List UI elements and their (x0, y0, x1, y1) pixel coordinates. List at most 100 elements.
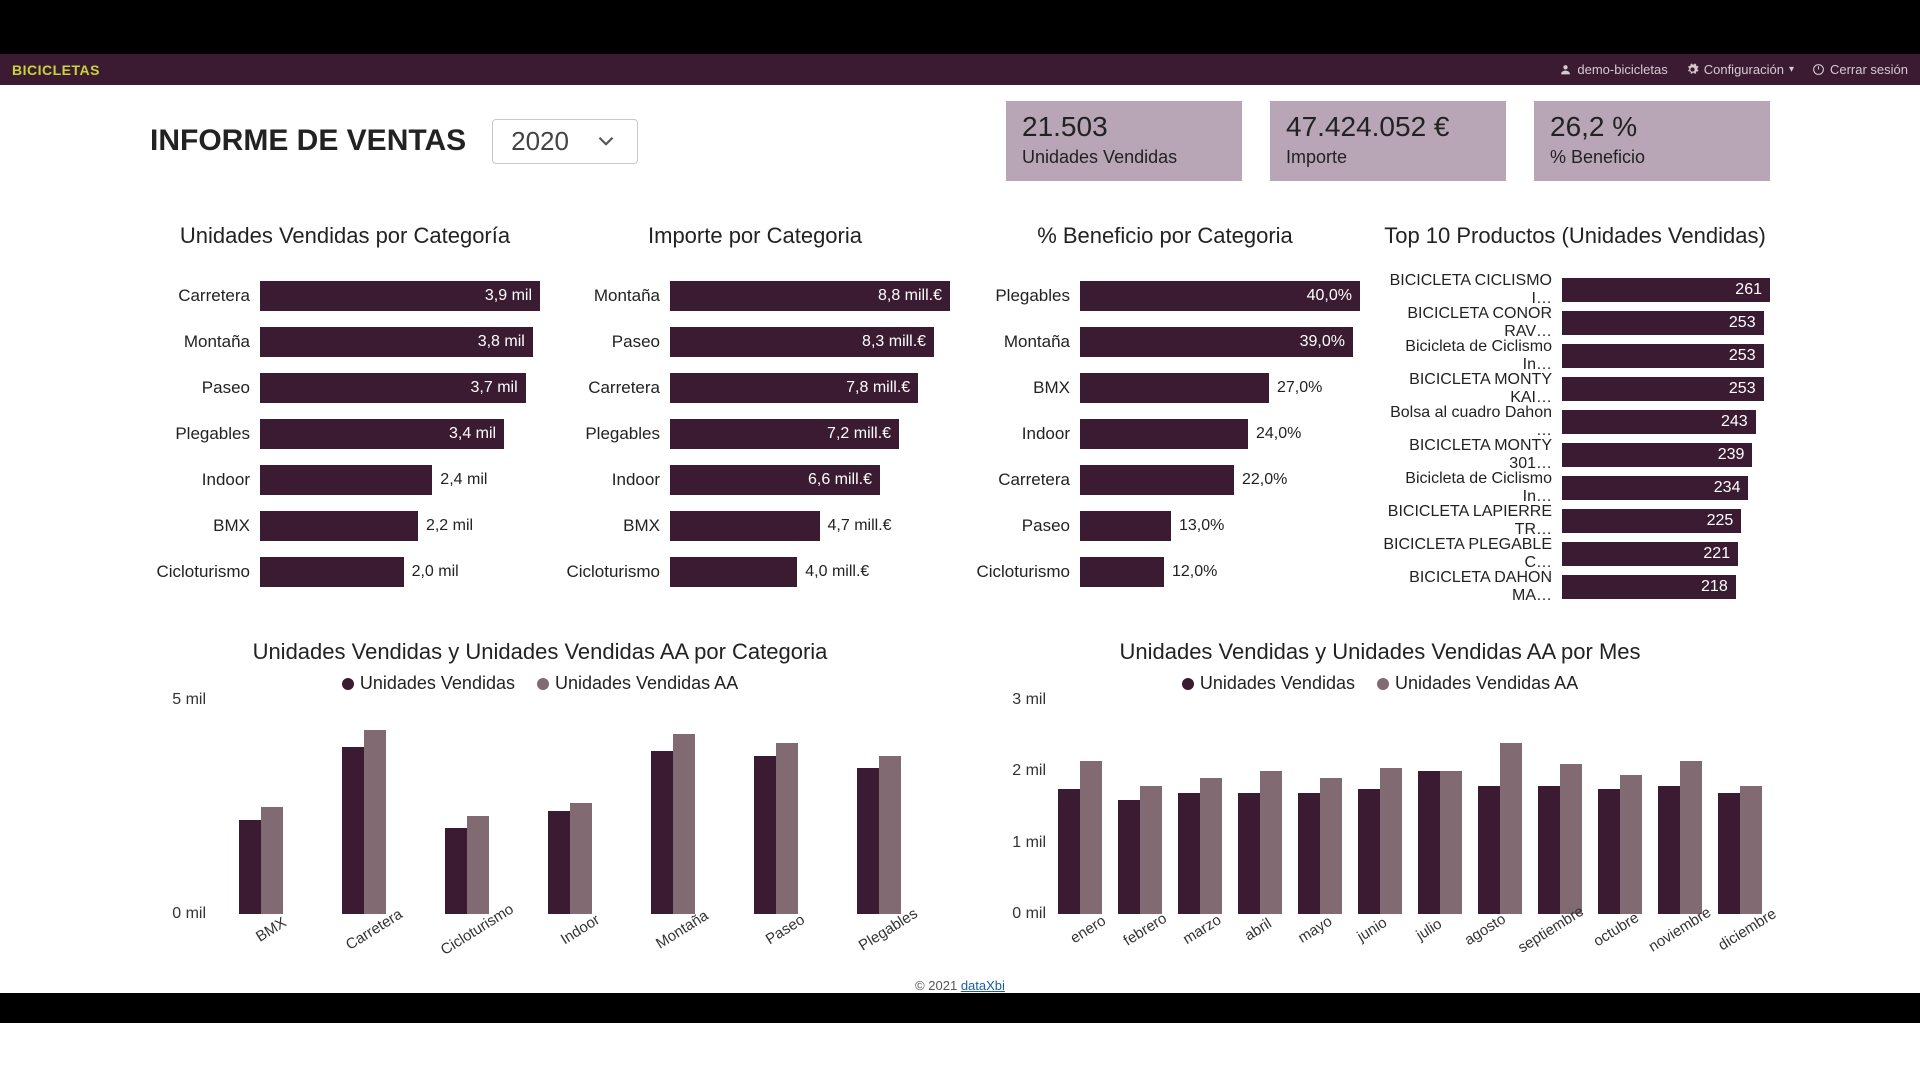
hbar-row: Montaña39,0% (970, 319, 1360, 365)
hbar-value: 4,7 mill.€ (828, 517, 892, 535)
hbar-track: 7,2 mill.€ (670, 419, 950, 449)
hbar-fill (260, 465, 432, 495)
bar (1658, 786, 1680, 914)
hbar-label: Bicicleta de Ciclismo In… (1380, 338, 1552, 374)
charts-row: Unidades Vendidas por Categoría Carreter… (150, 223, 1770, 603)
bar-group (1710, 700, 1770, 914)
hbar-value: 221 (1703, 545, 1730, 563)
hbar-track: 3,4 mil (260, 419, 540, 449)
hbar-label: Montaña (560, 286, 660, 306)
kpi-label: Unidades Vendidas (1022, 147, 1226, 168)
hbar-fill: 243 (1562, 410, 1756, 434)
bar-group (1230, 700, 1290, 914)
kpi-unidades: 21.503 Unidades Vendidas (1006, 101, 1242, 181)
bar (342, 747, 364, 914)
kpi-importe: 47.424.052 € Importe (1270, 101, 1506, 181)
y-tick: 0 mil (1012, 905, 1046, 923)
brand-logo[interactable]: BICICLETAS (12, 62, 100, 78)
bar (1080, 761, 1102, 914)
bar (467, 816, 489, 914)
hbar-value: 40,0% (1307, 287, 1352, 305)
hbar-value: 2,0 mil (412, 563, 459, 581)
hbar-label: Carretera (150, 286, 250, 306)
hbar-row: BICICLETA DAHON MA…218 (1380, 570, 1770, 603)
y-axis: 0 mil5 mil (156, 700, 206, 914)
chart-title: Unidades Vendidas y Unidades Vendidas AA… (990, 639, 1770, 665)
hbar-value: 3,4 mil (449, 425, 496, 443)
bar (1440, 771, 1462, 914)
hbar-track: 39,0% (1080, 327, 1360, 357)
hbar-row: Bolsa al cuadro Dahon … 243 (1380, 405, 1770, 438)
bar (1298, 793, 1320, 914)
hbar-row: BMX27,0% (970, 365, 1360, 411)
bar (1140, 786, 1162, 914)
bar (445, 828, 467, 914)
hbar-value: 22,0% (1242, 471, 1287, 489)
bar-group (313, 700, 416, 914)
hbar-track: 234 (1562, 476, 1770, 500)
hbar-value: 225 (1707, 512, 1734, 530)
hbar-label: BMX (560, 516, 660, 536)
bar (754, 756, 776, 914)
hbar-row: Indoor24,0% (970, 411, 1360, 457)
letterbox-top (0, 0, 1920, 54)
x-label: septiembre (1515, 903, 1597, 973)
hbar-fill: 7,2 mill.€ (670, 419, 899, 449)
hbar-row: Paseo3,7 mil (150, 365, 540, 411)
kpi-value: 26,2 % (1550, 111, 1754, 143)
bar-group (1110, 700, 1170, 914)
legend-label: Unidades Vendidas AA (555, 673, 738, 694)
hbar-fill (1080, 557, 1164, 587)
legend-item-a: Unidades Vendidas (342, 673, 515, 694)
hbar-row: Carretera7,8 mill.€ (560, 365, 950, 411)
hbar-fill (670, 511, 820, 541)
legend-label: Unidades Vendidas AA (1395, 673, 1578, 694)
page: INFORME DE VENTAS 2020 21.503 Unidades V… (0, 85, 1920, 993)
hbar-track: 8,8 mill.€ (670, 281, 950, 311)
bar (1718, 793, 1740, 914)
hbar-value: 2,2 mil (426, 517, 473, 535)
year-value: 2020 (511, 126, 569, 157)
nav-user[interactable]: demo-bicicletas (1559, 62, 1667, 77)
nav-config[interactable]: Configuración ▾ (1686, 62, 1794, 77)
bar (1620, 775, 1642, 914)
hbar-label: Carretera (970, 470, 1070, 490)
hbar-fill: 3,8 mil (260, 327, 533, 357)
hbar-row: Indoor 6,6 mill.€ (560, 457, 950, 503)
chart-importe-categoria: Importe por Categoria Montaña8,8 mill.€P… (560, 223, 950, 603)
hbar-row: Plegables7,2 mill.€ (560, 411, 950, 457)
hbar-fill: 8,8 mill.€ (670, 281, 950, 311)
legend: Unidades Vendidas Unidades Vendidas AA (150, 673, 930, 694)
nav-logout[interactable]: Cerrar sesión (1812, 62, 1908, 77)
legend-item-b: Unidades Vendidas AA (1377, 673, 1578, 694)
hbar-fill: 40,0% (1080, 281, 1360, 311)
bar (548, 811, 570, 914)
hbar-value: 8,3 mill.€ (862, 333, 926, 351)
hbar-row: BICICLETA LAPIERRE TR… 225 (1380, 504, 1770, 537)
letterbox-bottom (0, 993, 1920, 1023)
hbar-track: 2,0 mil (260, 557, 540, 587)
hbar-fill (1080, 373, 1269, 403)
hbar-value: 24,0% (1256, 425, 1301, 443)
hbar-value: 253 (1729, 314, 1756, 332)
hbar-fill (1080, 511, 1171, 541)
bar (673, 734, 695, 914)
hbar-label: BICICLETA LAPIERRE TR… (1380, 503, 1552, 539)
hbar-row: BICICLETA CONOR RAV…253 (1380, 306, 1770, 339)
hbar-label: Bolsa al cuadro Dahon … (1380, 404, 1552, 440)
x-label: octubre (1588, 907, 1655, 968)
year-dropdown[interactable]: 2020 (492, 119, 638, 164)
hbar-label: Cicloturismo (970, 562, 1070, 582)
hbar-fill: 7,8 mill.€ (670, 373, 918, 403)
bar (1560, 764, 1582, 914)
hbar-track: 6,6 mill.€ (670, 465, 950, 495)
hbar-row: Indoor2,4 mil (150, 457, 540, 503)
footer-link[interactable]: dataXbi (961, 978, 1005, 993)
bar-group (210, 700, 313, 914)
chart-title: Top 10 Productos (Unidades Vendidas) (1380, 223, 1770, 249)
hbar-track: 253 (1562, 344, 1770, 368)
hbar-label: Indoor (560, 470, 660, 490)
hbar-value: 13,0% (1179, 517, 1224, 535)
hbar-track: 4,0 mill.€ (670, 557, 950, 587)
hbar-fill: 39,0% (1080, 327, 1353, 357)
